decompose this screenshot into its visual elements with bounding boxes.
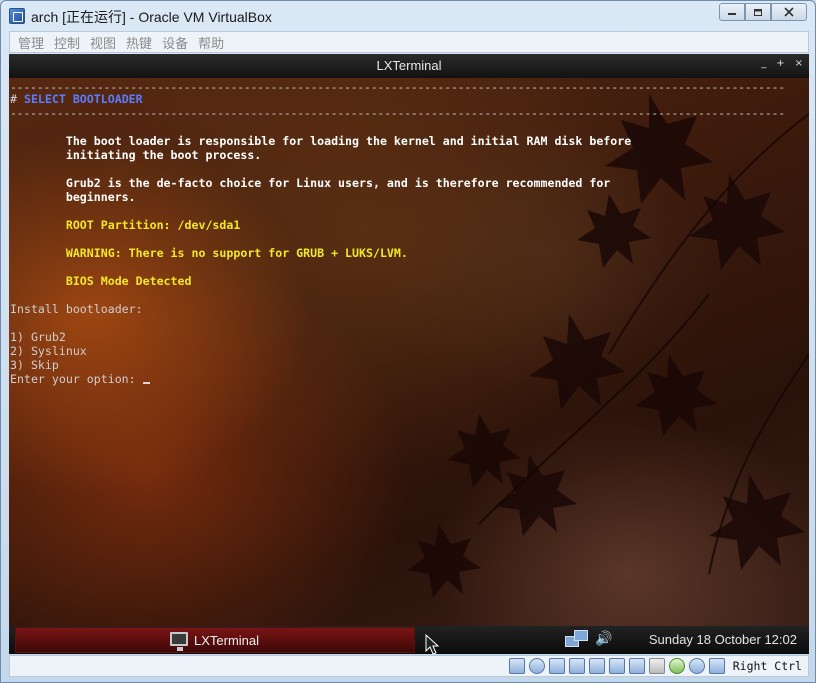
usb-icon[interactable] xyxy=(548,658,565,674)
option-syslinux: 2) Syslinux xyxy=(10,344,87,358)
menu-view[interactable]: 视图 xyxy=(88,33,124,52)
separator-rule: ----------------------------------------… xyxy=(10,106,785,120)
section-header: # SELECT BOOTLOADER xyxy=(10,92,143,106)
volume-icon[interactable]: 🔊 xyxy=(595,631,612,647)
minimize-icon xyxy=(728,13,736,15)
terminal-titlebar[interactable]: LXTerminal _ + × xyxy=(9,54,809,78)
menu-control[interactable]: 控制 xyxy=(52,33,88,52)
window-titlebar[interactable]: arch [正在运行] - Oracle VM VirtualBox xyxy=(1,1,815,31)
terminal-body[interactable]: ----------------------------------------… xyxy=(9,78,809,624)
minimize-button[interactable] xyxy=(719,3,745,21)
pencil-icon[interactable] xyxy=(568,658,585,674)
window-controls xyxy=(719,3,807,21)
header-hash: # xyxy=(10,92,24,106)
guest-screen[interactable]: LXTerminal _ + × -----------------------… xyxy=(9,54,809,654)
terminal-title: LXTerminal xyxy=(376,58,442,73)
clock[interactable]: Sunday 18 October 12:02 xyxy=(649,632,797,647)
text-cursor xyxy=(142,382,150,384)
close-button[interactable] xyxy=(771,3,807,21)
description-line: initiating the boot process. xyxy=(10,148,262,162)
display-icon[interactable] xyxy=(588,658,605,674)
root-partition-line: ROOT Partition: /dev/sda1 xyxy=(10,218,241,232)
description-line: beginners. xyxy=(10,190,136,204)
close-icon xyxy=(784,7,794,17)
terminal-icon xyxy=(170,632,188,651)
taskbar-label: LXTerminal xyxy=(194,633,260,648)
mouse-integration-icon[interactable] xyxy=(688,658,705,674)
host-key-label: Right Ctrl xyxy=(732,659,802,673)
install-prompt: Install bootloader: xyxy=(10,302,143,316)
optical-drive-icon[interactable] xyxy=(528,658,545,674)
terminal-minimize-button[interactable]: _ xyxy=(761,58,766,69)
menu-help[interactable]: 帮助 xyxy=(196,33,232,52)
network-icon[interactable] xyxy=(608,658,625,674)
terminal-maximize-button[interactable]: + xyxy=(776,58,784,69)
virtualbox-icon xyxy=(9,8,25,24)
lxde-panel: LXTerminal 🔊 Sunday 18 October 12:02 xyxy=(9,626,809,654)
video-capture-icon[interactable] xyxy=(648,658,665,674)
hard-disk-icon[interactable] xyxy=(508,658,525,674)
description-line: Grub2 is the de-facto choice for Linux u… xyxy=(10,176,611,190)
window-title: arch [正在运行] - Oracle VM VirtualBox xyxy=(31,9,272,25)
input-prompt: Enter your option: xyxy=(10,372,143,386)
menu-devices[interactable]: 设备 xyxy=(160,33,196,52)
description-line: The boot loader is responsible for loadi… xyxy=(10,134,632,148)
option-skip: 3) Skip xyxy=(10,358,59,372)
mouse-pointer-icon xyxy=(425,634,440,655)
restore-button[interactable] xyxy=(745,3,771,21)
menu-manage[interactable]: 管理 xyxy=(16,33,52,52)
host-key-icon[interactable] xyxy=(708,658,725,674)
warning-line: WARNING: There is no support for GRUB + … xyxy=(10,246,408,260)
option-grub2: 1) Grub2 xyxy=(10,330,66,344)
header-text: SELECT BOOTLOADER xyxy=(23,92,143,106)
input-line[interactable]: Enter your option: xyxy=(10,372,150,386)
system-tray: 🔊 xyxy=(565,630,612,648)
terminal-close-button[interactable]: × xyxy=(795,58,803,69)
restore-icon xyxy=(754,9,762,16)
virtualbox-window: arch [正在运行] - Oracle VM VirtualBox 管理 控制… xyxy=(0,0,816,683)
menu-hotkeys[interactable]: 热键 xyxy=(124,33,160,52)
terminal-controls: _ + × xyxy=(761,58,803,69)
shared-folders-icon[interactable] xyxy=(628,658,645,674)
statusbar: Right Ctrl xyxy=(9,655,809,677)
menubar: 管理 控制 视图 热键 设备 帮助 xyxy=(9,31,809,53)
network-icon[interactable] xyxy=(565,630,588,648)
bios-mode-line: BIOS Mode Detected xyxy=(10,274,192,288)
taskbar-button-lxterminal[interactable]: LXTerminal xyxy=(15,627,415,653)
cpu-icon[interactable] xyxy=(668,658,685,674)
